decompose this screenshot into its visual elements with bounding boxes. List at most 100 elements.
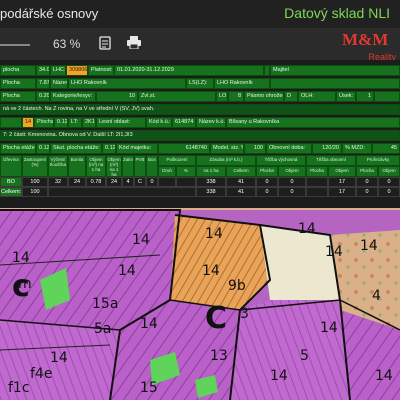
th-pvb: PVB <box>134 155 146 177</box>
pasmo-value: D <box>284 91 298 102</box>
map-stand-label: 13 <box>210 348 228 364</box>
kategorie-value: 10 <box>96 91 138 102</box>
th-objem-2: Objem (m³) na 1 ha <box>106 155 122 177</box>
table-row-bo-objem2: 24 <box>106 177 122 187</box>
document-title: podářské osnovy <box>0 6 99 21</box>
document-icon[interactable] <box>98 36 112 50</box>
table-row-bo-to-plocha <box>306 177 328 187</box>
nazev-ku-label: Název k.ú.: <box>196 117 226 128</box>
map-stand-label: 14 <box>325 244 343 260</box>
map-stand-label: 14 <box>132 232 150 248</box>
pasmo-label: Pásmo ohrožení: <box>244 91 284 102</box>
map-stand-label: 15 <box>140 380 158 396</box>
table-row-bo-tv-plocha: 0 <box>256 177 278 187</box>
map-stand-label: 15a <box>92 296 118 312</box>
map-stand-label: 5 <box>300 348 309 364</box>
skut-plocha-label: Skut. plocha etáže: <box>50 143 102 154</box>
platnost-value: 01.01.2020-31.12.2029 <box>114 65 264 76</box>
stand-note: 7: 2 části: Kmenovina. Obnova od V. Dalš… <box>0 130 400 141</box>
forest-data-panel: plocha 34.02 LHC: 309806 Platnost: 01.01… <box>0 60 400 208</box>
table-row-bo-druh <box>158 177 176 187</box>
th-tv-plocha: Plocha <box>256 166 278 177</box>
table-row-total-zastoupeni: 100 <box>22 187 48 197</box>
majitel-label: Majitel <box>270 65 400 76</box>
lesni-oblast-label: Lesní oblast: <box>96 117 146 128</box>
print-icon[interactable] <box>127 36 141 50</box>
table-row-bo-drevina: BO <box>0 177 22 187</box>
usek-value: 1 <box>356 91 374 102</box>
map-stand-label: 14 <box>118 263 136 279</box>
plocha-label-5: Plocha <box>34 117 54 128</box>
stand-number: 14 <box>22 117 34 128</box>
th-to-objem: Objem <box>328 166 356 177</box>
table-row-bo-pvb: C <box>134 177 146 187</box>
th-tv-objem: Objem <box>278 166 306 177</box>
lt-value: 2K1 <box>82 117 96 128</box>
map-stand-label: 14 <box>360 238 378 254</box>
plocha-label-1: plocha <box>0 65 36 76</box>
th-vycetni: Výčetní tloušťka <box>48 155 68 177</box>
nazev-value: LHO Rakovník <box>68 78 186 89</box>
lhc-label: LHC: <box>50 65 66 76</box>
ls-label: LS(LZ): <box>186 78 214 89</box>
th-druh: Druh <box>158 166 176 177</box>
table-row-bo-celkem: 41 <box>226 177 256 187</box>
usek-label: Úsek: <box>336 91 356 102</box>
th-bon: Bon <box>146 155 158 177</box>
plocha-value-5: 0.12 <box>54 117 68 128</box>
kod-majetku-value: 6148740 <box>158 143 210 154</box>
table-row-total-na1ha: 338 <box>196 187 226 197</box>
map-stand-label: 14 <box>375 368 393 384</box>
skut-plocha-value: 0.12 <box>102 143 116 154</box>
mzd-value: 45 <box>372 143 400 154</box>
map-stand-label: 14 <box>12 250 30 266</box>
model-stz-value: 100 <box>244 143 266 154</box>
table-row-total-label: Celkem: <box>0 187 22 197</box>
plocha-value-1: 34.02 <box>36 65 50 76</box>
plocha-value-3: 0.20 <box>36 91 50 102</box>
table-row-total-tv-objem: 0 <box>278 187 306 197</box>
th-celkem: Celkem <box>226 166 256 177</box>
table-row-bo-vycetni: 32 <box>48 177 68 187</box>
platnost-label: Platnost: <box>88 65 114 76</box>
plocha-label-3: Plocha <box>0 91 36 102</box>
th-pct: % <box>176 166 196 177</box>
map-stand-label: 14 <box>202 263 220 279</box>
obnovni-doba-value: 120/20 <box>312 143 342 154</box>
th-pr-plocha: Plocha <box>356 166 378 177</box>
map-stand-label: f4e <box>30 366 52 382</box>
th-objem-1: Objem (m³) na 1 ha <box>86 155 106 177</box>
map-stand-label: f1c <box>8 380 30 396</box>
spacer-3 <box>374 91 400 102</box>
lt-label: LT: <box>68 117 82 128</box>
th-prorezavky: Prořezávky <box>356 155 400 166</box>
map-stand-label: 4 <box>372 288 381 304</box>
olh-label: OLH: <box>298 91 336 102</box>
map-stand-label: 5a <box>94 321 112 337</box>
kod-ku-value: 614874 <box>172 117 196 128</box>
map-stand-label: 3 <box>240 306 249 322</box>
lo-label: LO: <box>216 91 228 102</box>
majitel-value <box>270 78 400 89</box>
kategorie-label: Kategorie/lesyv: <box>50 91 96 102</box>
map-stand-label: m <box>18 276 32 292</box>
plocha-label-2: Plocha <box>0 78 36 89</box>
zoom-level[interactable]: 63 % <box>53 37 80 51</box>
viewer-toolbar: 63 % <box>0 28 400 60</box>
realty-logo: M&M Reality <box>342 30 396 62</box>
zoom-slider-track[interactable] <box>0 44 30 46</box>
kod-ku-label: Kód k.ú.: <box>146 117 172 128</box>
app-brand: Datový sklad NLI <box>284 5 390 21</box>
mzd-label: % MZD: <box>342 143 372 154</box>
table-row-total-tv-plocha: 0 <box>256 187 278 197</box>
table-row-bo-bonita: 24 <box>68 177 86 187</box>
table-row-bo-zakm: 4 <box>122 177 134 187</box>
table-row-bo-pr-plocha: 0 <box>356 177 378 187</box>
ls-value: LHO Rakovník <box>214 78 270 89</box>
table-row-total-celkem: 41 <box>226 187 256 197</box>
stand-description: ná ve 2 částech. Na Z rovina, na V ve st… <box>0 104 400 115</box>
table-row-bo-bon: 0 <box>146 177 158 187</box>
th-zakm: Zakm <box>122 155 134 177</box>
table-row-total-pr-objem: 0 <box>378 187 400 197</box>
nazev-ku-value: Bílsany u Rakovníka <box>226 117 400 128</box>
